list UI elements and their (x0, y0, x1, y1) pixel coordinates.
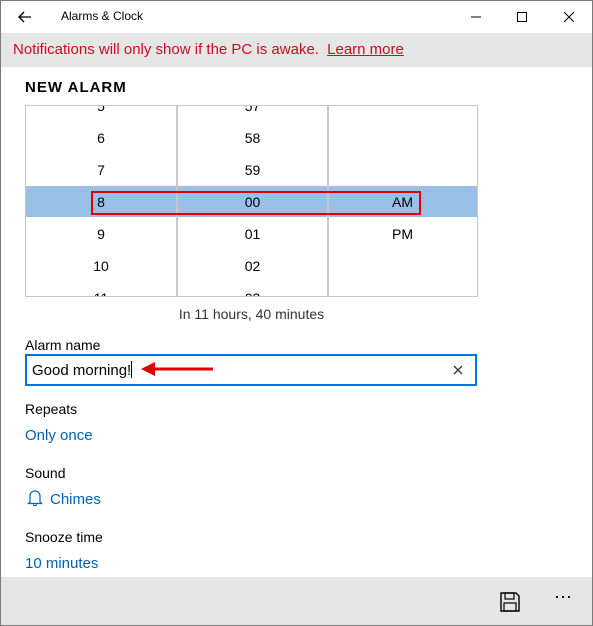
more-icon[interactable]: ⋯ (554, 587, 573, 608)
snooze-label: Snooze time (25, 529, 103, 545)
minute-option[interactable]: 59 (178, 154, 327, 186)
maximize-button[interactable] (499, 1, 545, 33)
alarm-name-label: Alarm name (25, 337, 101, 353)
hour-option[interactable]: 7 (26, 154, 176, 186)
hour-option[interactable]: 5 (26, 106, 176, 122)
alarm-name-value: Good morning! (32, 362, 132, 379)
page-title: NEW ALARM (25, 79, 127, 96)
minute-option[interactable]: 58 (178, 122, 327, 154)
back-button[interactable] (9, 5, 41, 29)
hour-option[interactable]: 9 (26, 218, 176, 250)
maximize-icon (517, 12, 527, 22)
notification-bar: Notifications will only show if the PC i… (1, 33, 592, 67)
snooze-value[interactable]: 10 minutes (25, 555, 98, 572)
sound-label: Sound (25, 465, 66, 481)
minimize-icon (471, 16, 481, 18)
minute-option[interactable]: 01 (178, 218, 327, 250)
hour-option[interactable]: 6 (26, 122, 176, 154)
minimize-button[interactable] (453, 1, 499, 33)
repeats-value[interactable]: Only once (25, 427, 93, 444)
annotation-highlight-box (91, 191, 421, 215)
minute-option[interactable]: 57 (178, 106, 327, 122)
alarm-name-input[interactable]: Good morning! (25, 354, 477, 386)
sound-value[interactable]: Chimes (50, 491, 101, 508)
app-window: Alarms & Clock Notifications will only s… (0, 0, 593, 626)
close-button[interactable] (546, 1, 592, 33)
hour-option[interactable]: 10 (26, 250, 176, 282)
window-title: Alarms & Clock (61, 9, 144, 23)
minute-option[interactable]: 02 (178, 250, 327, 282)
command-bar: ⋯ (1, 577, 592, 625)
minute-option[interactable]: 03 (178, 282, 327, 296)
title-bar: Alarms & Clock (1, 1, 592, 33)
notification-message: Notifications will only show if the PC i… (13, 41, 319, 58)
clear-icon[interactable] (449, 361, 467, 379)
text-caret (131, 361, 133, 378)
back-arrow-icon (18, 11, 31, 23)
period-option[interactable]: PM (329, 218, 413, 250)
bell-icon (27, 490, 43, 507)
time-picker: 5 6 7 8 9 10 11 57 58 59 00 01 02 03 AM … (25, 105, 478, 297)
repeats-label: Repeats (25, 401, 78, 417)
time-remaining: In 11 hours, 40 minutes (178, 306, 325, 322)
save-icon[interactable] (499, 591, 521, 613)
learn-more-link[interactable]: Learn more (327, 41, 404, 58)
hour-option[interactable]: 11 (26, 282, 176, 296)
close-icon (564, 12, 574, 22)
annotation-arrow (141, 362, 213, 376)
